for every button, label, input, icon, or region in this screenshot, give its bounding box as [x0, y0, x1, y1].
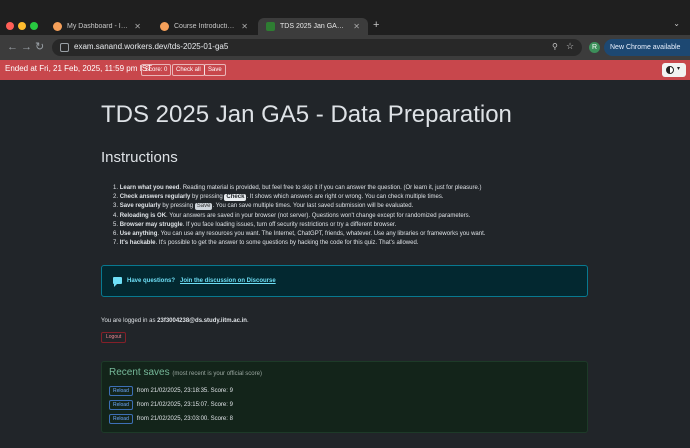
chat-icon — [113, 277, 122, 287]
reload-icon[interactable]: ↻ — [35, 41, 44, 53]
save-entry-text: from 21/02/2025, 23:03:00. Score: 8 — [136, 415, 233, 422]
item-bold: Browser may struggle — [119, 221, 183, 228]
reload-button[interactable]: Reload — [109, 399, 133, 410]
item-number: 6. — [113, 231, 119, 238]
url-text[interactable]: exam.sanand.workers.dev/tds-2025-01-ga5 — [74, 42, 228, 51]
save-entry-text: from 21/02/2025, 23:18:35. Score: 9 — [136, 387, 233, 394]
item-bold: Check answers regularly — [119, 194, 191, 201]
item-bold: Save regularly — [119, 203, 161, 210]
chevron-down-icon[interactable]: ⌄ — [673, 19, 680, 28]
contrast-icon — [666, 66, 674, 74]
login-suffix: . — [246, 318, 249, 324]
item-text: by pressing — [190, 194, 225, 201]
item-text: . You can save multiple times. Your last… — [212, 203, 414, 210]
save-key-badge: Save — [194, 203, 213, 211]
list-item: Reload from 21/02/2025, 23:15:07. Score: … — [109, 396, 233, 410]
login-status: You are logged in as 23f3004238@ds.study… — [101, 318, 249, 324]
item-bold: Reloading is OK — [119, 212, 167, 219]
saves-title: Recent saves — [109, 367, 170, 378]
item-bold: Use anything — [119, 231, 158, 238]
user-email: 23f3004238@ds.study.iitm.ac.in — [157, 318, 247, 324]
forward-arrow-icon[interactable]: → — [21, 41, 32, 53]
list-item: 2. Check answers regularly by pressing C… — [113, 193, 593, 202]
list-item: 7. It's hackable. It's possible to get t… — [113, 239, 593, 248]
browser-tab-dashboard[interactable]: My Dashboard - IIT Madras O ✕ — [45, 18, 149, 35]
item-text: . You can use any resources you want. Th… — [157, 231, 486, 238]
score-button[interactable]: Score: 0 — [141, 64, 172, 76]
new-chrome-available-button[interactable]: New Chrome available — [604, 39, 690, 56]
tab-label: My Dashboard - IIT Madras O — [67, 23, 128, 30]
item-bold: It's hackable — [119, 240, 156, 247]
list-item: Reload from 21/02/2025, 23:18:35. Score: … — [109, 382, 233, 396]
save-button[interactable]: Save — [204, 64, 226, 76]
close-icon[interactable]: ✕ — [353, 22, 360, 31]
item-text: . Reading material is provided, but feel… — [179, 185, 482, 191]
recent-saves-heading: Recent saves (most recent is your offici… — [109, 367, 262, 378]
bookmark-star-icon[interactable]: ☆ — [566, 41, 574, 52]
list-item: 4. Reloading is OK. Your answers are sav… — [113, 212, 593, 221]
tab-favicon — [266, 22, 275, 31]
reload-button[interactable]: Reload — [109, 413, 133, 424]
new-tab-button[interactable]: + — [373, 19, 379, 31]
discussion-alert: Have questions? Join the discussion on D… — [101, 265, 588, 297]
profile-avatar[interactable]: R — [589, 42, 600, 53]
item-text: . Your answers are saved in your browser… — [166, 212, 471, 219]
item-number: 3. — [113, 203, 119, 210]
browser-tab-bar: My Dashboard - IIT Madras O ✕ Course Int… — [0, 0, 690, 35]
discourse-link[interactable]: Join the discussion on Discourse — [180, 278, 276, 284]
close-window-button[interactable] — [6, 22, 14, 30]
list-item: 5. Browser may struggle. If you face loa… — [113, 221, 593, 230]
instructions-heading: Instructions — [101, 149, 178, 166]
exam-status-bar: Ended at Fri, 21 Feb, 2025, 11:59 pm IST… — [0, 60, 690, 80]
theme-toggle-button[interactable]: ▾ — [662, 63, 686, 77]
login-prefix: You are logged in as — [101, 318, 158, 324]
close-icon[interactable]: ✕ — [134, 22, 141, 31]
browser-tab-course[interactable]: Course Introduction :: IITM O ✕ — [152, 18, 256, 35]
site-info-icon[interactable] — [60, 43, 69, 52]
instructions-list: 1. Learn what you need. Reading material… — [113, 184, 593, 248]
alert-question: Have questions? — [127, 278, 176, 284]
list-item: 1. Learn what you need. Reading material… — [113, 184, 593, 193]
item-number: 2. — [113, 194, 119, 201]
zoom-icon[interactable]: ⚲ — [552, 42, 558, 51]
minimize-window-button[interactable] — [18, 22, 26, 30]
close-icon[interactable]: ✕ — [241, 22, 248, 31]
list-item: 6. Use anything. You can use any resourc… — [113, 230, 593, 239]
tab-favicon — [160, 22, 169, 31]
item-text: . It's possible to get the answer to som… — [155, 240, 419, 247]
save-entry-text: from 21/02/2025, 23:15:07. Score: 9 — [136, 401, 233, 408]
chevron-down-icon: ▾ — [677, 66, 681, 72]
saves-subtitle: (most recent is your official score) — [172, 371, 262, 377]
item-number: 4. — [113, 212, 119, 219]
tab-favicon — [53, 22, 62, 31]
tab-label: Course Introduction :: IITM O — [174, 23, 236, 30]
tab-label: TDS 2025 Jan GA5 - Data Pr — [280, 23, 347, 30]
address-bar[interactable]: exam.sanand.workers.dev/tds-2025-01-ga5 … — [52, 39, 582, 56]
reload-button[interactable]: Reload — [109, 385, 133, 396]
list-item: Reload from 21/02/2025, 23:03:00. Score: … — [109, 410, 233, 424]
logout-button[interactable]: Logout — [101, 332, 127, 343]
item-bold: Learn what you need — [119, 185, 180, 191]
list-item: 3. Save regularly by pressing Save. You … — [113, 202, 593, 211]
item-number: 5. — [113, 221, 119, 228]
browser-tab-active[interactable]: TDS 2025 Jan GA5 - Data Pr ✕ — [258, 18, 368, 35]
maximize-window-button[interactable] — [30, 22, 38, 30]
recent-saves-card: Recent saves (most recent is your offici… — [101, 361, 588, 433]
back-arrow-icon[interactable]: ← — [7, 41, 18, 53]
check-all-button[interactable]: Check all — [172, 64, 205, 76]
ended-at-text: Ended at Fri, 21 Feb, 2025, 11:59 pm IST — [5, 64, 153, 73]
page-title: TDS 2025 Jan GA5 - Data Preparation — [101, 101, 512, 128]
item-text: . It shows which answers are right or wr… — [246, 194, 444, 201]
item-text: . If you face loading issues, turn off s… — [182, 221, 397, 228]
check-key-badge: Check — [224, 194, 247, 202]
item-text: by pressing — [160, 203, 195, 210]
item-number: 7. — [113, 240, 119, 247]
item-number: 1. — [113, 185, 119, 191]
browser-toolbar: ← → ↻ exam.sanand.workers.dev/tds-2025-0… — [0, 35, 690, 60]
